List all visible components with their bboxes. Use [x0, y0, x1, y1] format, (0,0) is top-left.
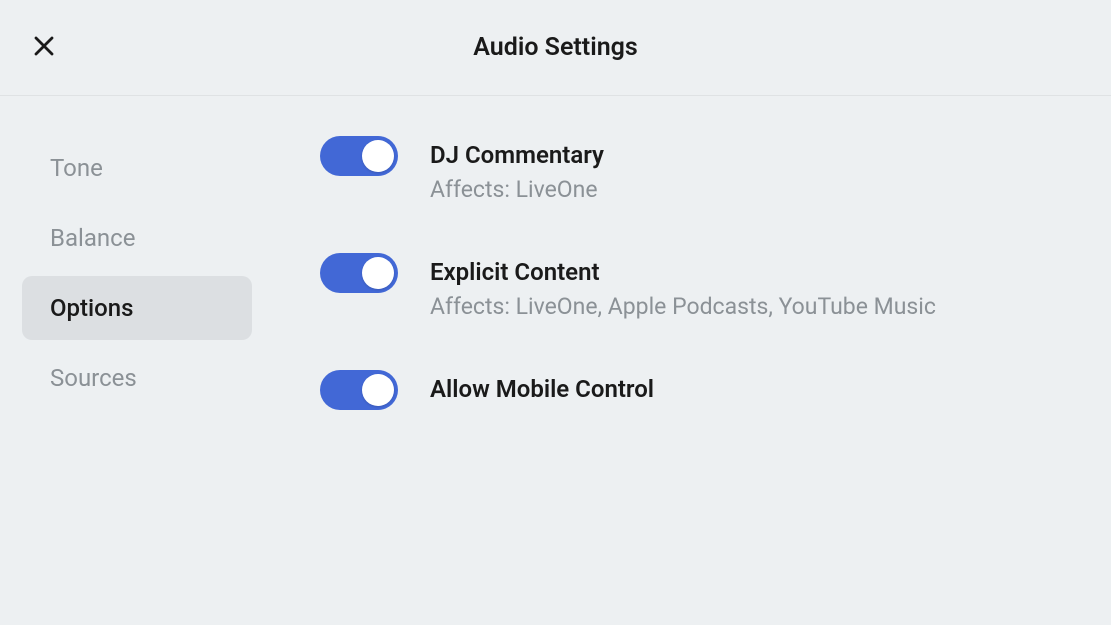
toggle-allow-mobile-control[interactable] — [320, 370, 398, 410]
header: Audio Settings — [0, 0, 1111, 96]
toggle-knob — [362, 140, 394, 172]
toggle-dj-commentary[interactable] — [320, 136, 398, 176]
option-sub: Affects: LiveOne — [430, 175, 604, 205]
option-text: DJ Commentary Affects: LiveOne — [430, 136, 604, 205]
nav-options[interactable]: Options — [22, 276, 252, 340]
nav-sources[interactable]: Sources — [22, 346, 252, 410]
nav-balance[interactable]: Balance — [22, 206, 252, 270]
body: Tone Balance Options Sources DJ Commenta… — [0, 96, 1111, 458]
close-icon — [32, 34, 56, 58]
toggle-knob — [362, 374, 394, 406]
nav-tone[interactable]: Tone — [22, 136, 252, 200]
option-label: DJ Commentary — [430, 140, 604, 171]
option-label: Explicit Content — [430, 257, 936, 288]
page-title: Audio Settings — [0, 33, 1111, 62]
close-button[interactable] — [30, 32, 58, 60]
content: DJ Commentary Affects: LiveOne Explicit … — [280, 136, 1111, 458]
toggle-knob — [362, 257, 394, 289]
option-label: Allow Mobile Control — [430, 374, 654, 405]
option-sub: Affects: LiveOne, Apple Podcasts, YouTub… — [430, 292, 936, 322]
option-dj-commentary: DJ Commentary Affects: LiveOne — [320, 136, 1071, 205]
option-allow-mobile-control: Allow Mobile Control — [320, 370, 1071, 410]
option-explicit-content: Explicit Content Affects: LiveOne, Apple… — [320, 253, 1071, 322]
option-text: Allow Mobile Control — [430, 370, 654, 405]
toggle-explicit-content[interactable] — [320, 253, 398, 293]
option-text: Explicit Content Affects: LiveOne, Apple… — [430, 253, 936, 322]
sidebar: Tone Balance Options Sources — [0, 136, 280, 458]
